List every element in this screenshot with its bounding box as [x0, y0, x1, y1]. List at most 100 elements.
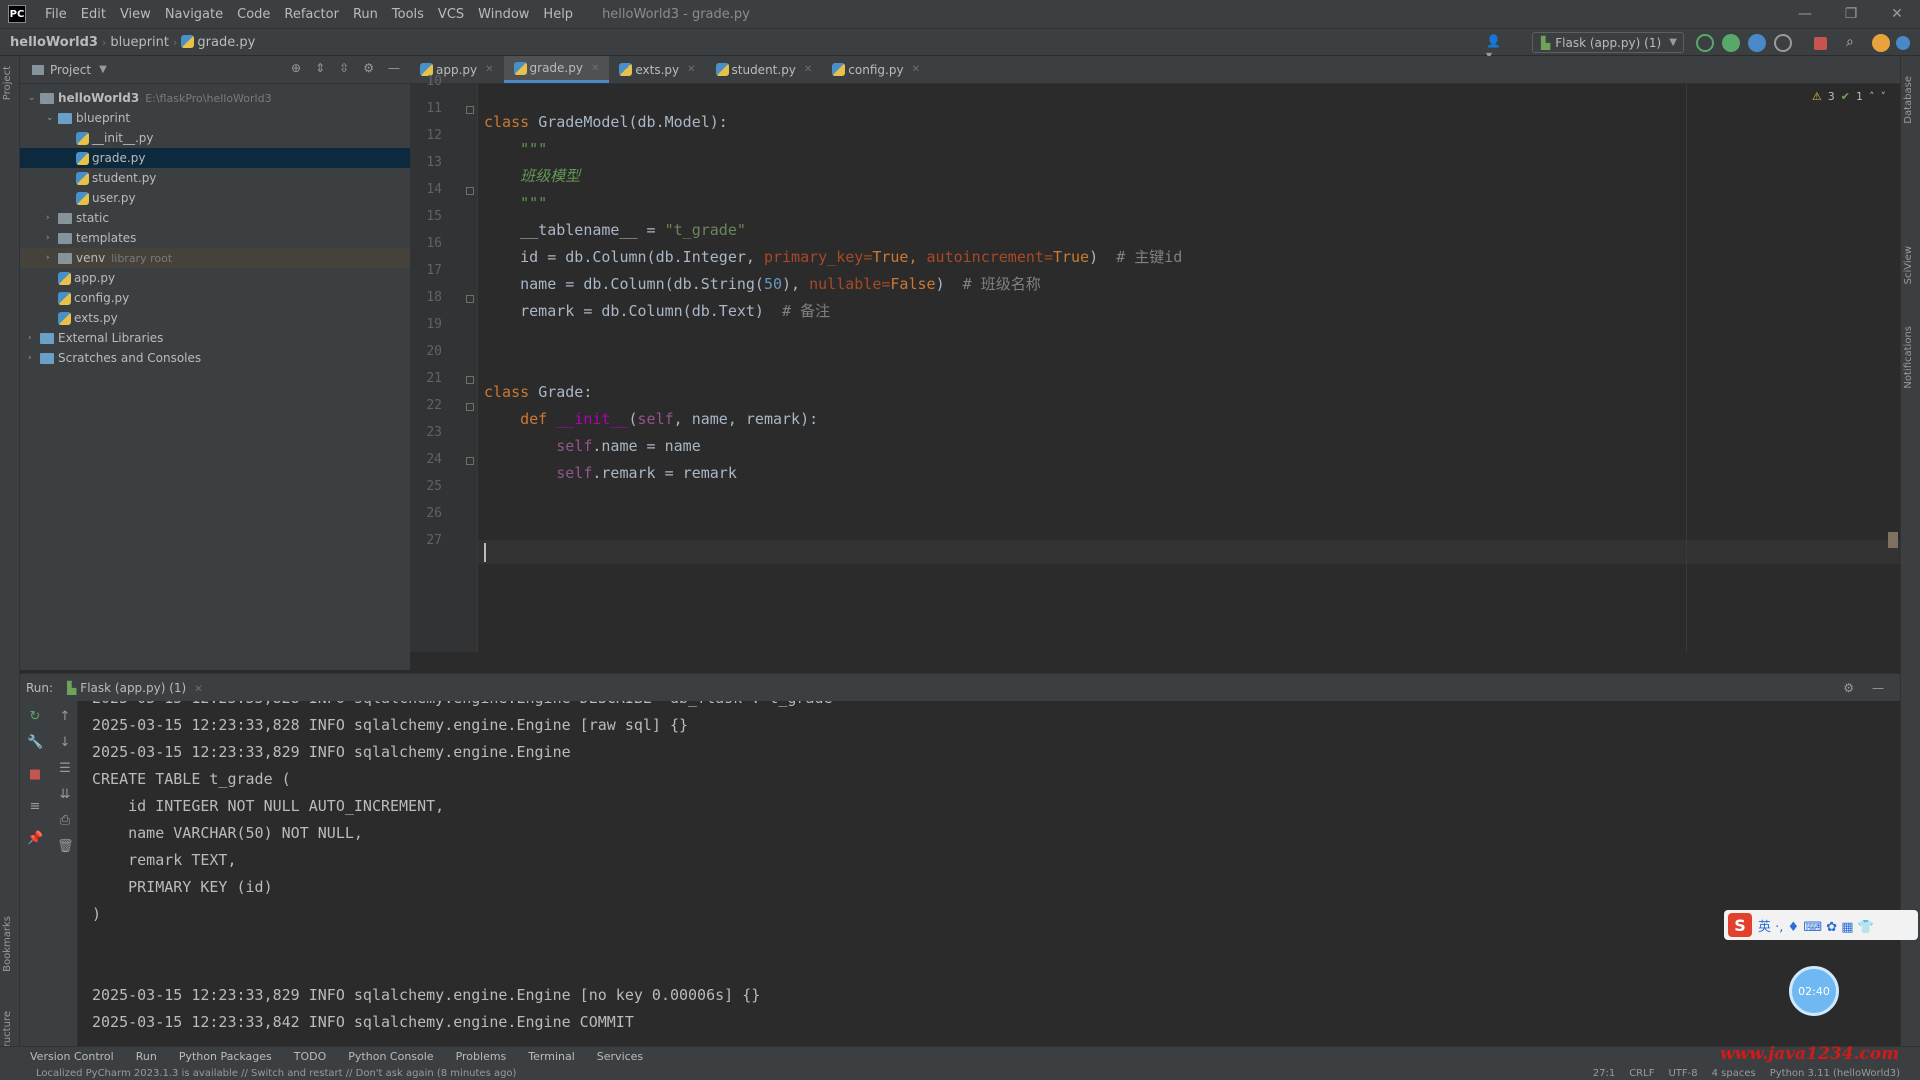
code-editor[interactable]: 10 11 12 13 14 15 16 17 18 19 20 21 22 23 24 25 26 27 cla…: [410, 74, 1900, 652]
rerun-icon[interactable]: [1696, 34, 1714, 52]
fold-marker-icon[interactable]: [466, 403, 474, 411]
status-message[interactable]: Localized PyCharm 2023.1.3 is available …: [36, 1068, 516, 1079]
close-icon[interactable]: ✕: [687, 64, 695, 75]
expand-all-icon[interactable]: ⇕: [315, 61, 325, 75]
scrollbar-thumb[interactable]: [1888, 532, 1898, 548]
menu-window[interactable]: Window: [471, 7, 536, 22]
run-configuration-select[interactable]: ▙ Flask (app.py) (1) ▼: [1532, 32, 1684, 53]
close-icon[interactable]: ✕: [804, 64, 812, 75]
arrow-down-icon[interactable]: ↓: [57, 735, 73, 751]
fold-marker-icon[interactable]: [466, 295, 474, 303]
line-separator[interactable]: CRLF: [1629, 1068, 1654, 1079]
soft-wrap-icon[interactable]: ☰: [57, 761, 73, 777]
editor-tab[interactable]: grade.py ✕: [503, 56, 610, 83]
layout-icon[interactable]: ≡: [27, 799, 43, 815]
tree-item[interactable]: › static: [20, 208, 410, 228]
maximize-button[interactable]: ❐: [1828, 0, 1874, 28]
version-control-tool-button[interactable]: Version Control: [30, 1050, 114, 1063]
editor-tab[interactable]: exts.py ✕: [609, 56, 705, 83]
collapse-arrow-icon[interactable]: ›: [46, 253, 58, 263]
rerun-icon[interactable]: ↻: [27, 709, 43, 725]
tree-item[interactable]: user.py: [20, 188, 410, 208]
tree-item[interactable]: grade.py: [20, 148, 410, 168]
fold-marker-icon[interactable]: [466, 376, 474, 384]
expand-arrow-icon[interactable]: ⌄: [46, 113, 58, 123]
file-encoding[interactable]: UTF-8: [1668, 1068, 1697, 1079]
expand-arrow-icon[interactable]: ⌄: [28, 93, 40, 103]
menu-vcs[interactable]: VCS: [431, 7, 471, 22]
update-icon[interactable]: [1872, 34, 1890, 52]
python-console-tool-button[interactable]: Python Console: [348, 1050, 433, 1063]
arrow-up-icon[interactable]: ↑: [57, 709, 73, 725]
fold-marker-icon[interactable]: [466, 106, 474, 114]
run-console-output[interactable]: 2025-03-15 12:23:33,828 INFO sqlalchemy.…: [78, 701, 1900, 1046]
gear-icon[interactable]: ⚙: [363, 61, 374, 75]
editor-tab[interactable]: student.py ✕: [706, 56, 823, 83]
tree-item[interactable]: › venv library root: [20, 248, 410, 268]
fold-marker-icon[interactable]: [466, 187, 474, 195]
vcs-user-icon[interactable]: 👤▾: [1486, 34, 1504, 62]
menu-view[interactable]: View: [113, 7, 158, 22]
search-icon[interactable]: ⌕: [1846, 34, 1864, 52]
tree-item[interactable]: › templates: [20, 228, 410, 248]
close-icon[interactable]: ✕: [591, 63, 599, 74]
terminal-tool-button[interactable]: Terminal: [528, 1050, 575, 1063]
locate-file-icon[interactable]: ⊕: [291, 61, 301, 75]
breadcrumb-project[interactable]: helloWorld3: [0, 35, 102, 50]
close-button[interactable]: ✕: [1874, 0, 1920, 28]
editor-tab[interactable]: config.py ✕: [822, 56, 930, 83]
gear-icon[interactable]: ⚙: [1843, 681, 1854, 695]
tree-item[interactable]: › External Libraries: [20, 328, 410, 348]
python-packages-tool-button[interactable]: Python Packages: [179, 1050, 272, 1063]
collapse-all-icon[interactable]: ⇳: [339, 61, 349, 75]
wrench-icon[interactable]: 🔧: [27, 735, 43, 751]
menu-tools[interactable]: Tools: [385, 7, 431, 22]
project-view-select[interactable]: Project: [50, 63, 91, 77]
menu-refactor[interactable]: Refactor: [277, 7, 346, 22]
tree-item[interactable]: __init__.py: [20, 128, 410, 148]
close-icon[interactable]: ✕: [194, 684, 202, 695]
trash-icon[interactable]: 🗑: [57, 839, 74, 855]
pin-icon[interactable]: 📌: [27, 831, 43, 847]
coverage-icon[interactable]: [1748, 34, 1766, 52]
problems-tool-button[interactable]: Problems: [456, 1050, 507, 1063]
close-icon[interactable]: ✕: [485, 64, 493, 75]
close-icon[interactable]: ✕: [912, 64, 920, 75]
inspection-widget[interactable]: ⚠ 3 ✔ 1 ˄ ˅: [1812, 90, 1886, 103]
project-tool-window-button[interactable]: Project: [2, 66, 18, 100]
scroll-to-end-icon[interactable]: ⇊: [57, 787, 73, 803]
fold-marker-icon[interactable]: [466, 457, 474, 465]
sciview-tool-window-button[interactable]: SciView: [1903, 246, 1919, 284]
tree-item[interactable]: config.py: [20, 288, 410, 308]
services-tool-button[interactable]: Services: [597, 1050, 643, 1063]
notifications-tool-window-button[interactable]: Notifications: [1903, 326, 1919, 389]
chevron-down-icon[interactable]: ▼: [99, 64, 107, 75]
run-tool-button[interactable]: Run: [136, 1050, 157, 1063]
ime-toolbar[interactable]: S 英 ·, ♦ ⌨ ✿ ▦ 👕: [1724, 910, 1918, 940]
menu-help[interactable]: Help: [536, 7, 580, 22]
database-tool-window-button[interactable]: Database: [1903, 76, 1919, 124]
chevron-down-icon[interactable]: ˅: [1881, 90, 1887, 103]
recording-timer[interactable]: 02:40: [1789, 966, 1839, 1016]
menu-edit[interactable]: Edit: [74, 7, 113, 22]
minimize-button[interactable]: —: [1782, 0, 1828, 28]
caret-position[interactable]: 27:1: [1593, 1068, 1615, 1079]
collapse-arrow-icon[interactable]: ›: [46, 213, 58, 223]
bookmarks-tool-window-button[interactable]: Bookmarks: [2, 916, 18, 972]
todo-tool-button[interactable]: TODO: [294, 1050, 327, 1063]
collapse-arrow-icon[interactable]: ›: [28, 353, 40, 363]
tree-item[interactable]: app.py: [20, 268, 410, 288]
python-interpreter[interactable]: Python 3.11 (helloWorld3): [1770, 1068, 1900, 1079]
settings-shield-icon[interactable]: [1896, 36, 1910, 50]
menu-run[interactable]: Run: [346, 7, 385, 22]
breadcrumb-folder[interactable]: blueprint: [106, 35, 173, 50]
tree-item[interactable]: › Scratches and Consoles: [20, 348, 410, 368]
tree-item[interactable]: ⌄ helloWorld3 E:\flaskPro\helloWorld3: [20, 88, 410, 108]
collapse-arrow-icon[interactable]: ›: [28, 333, 40, 343]
hide-icon[interactable]: —: [1872, 681, 1884, 695]
tree-item[interactable]: student.py: [20, 168, 410, 188]
print-icon[interactable]: ⎙: [57, 813, 73, 829]
debug-icon[interactable]: [1722, 34, 1740, 52]
tree-item[interactable]: ⌄ blueprint: [20, 108, 410, 128]
chevron-up-icon[interactable]: ˄: [1869, 90, 1875, 103]
